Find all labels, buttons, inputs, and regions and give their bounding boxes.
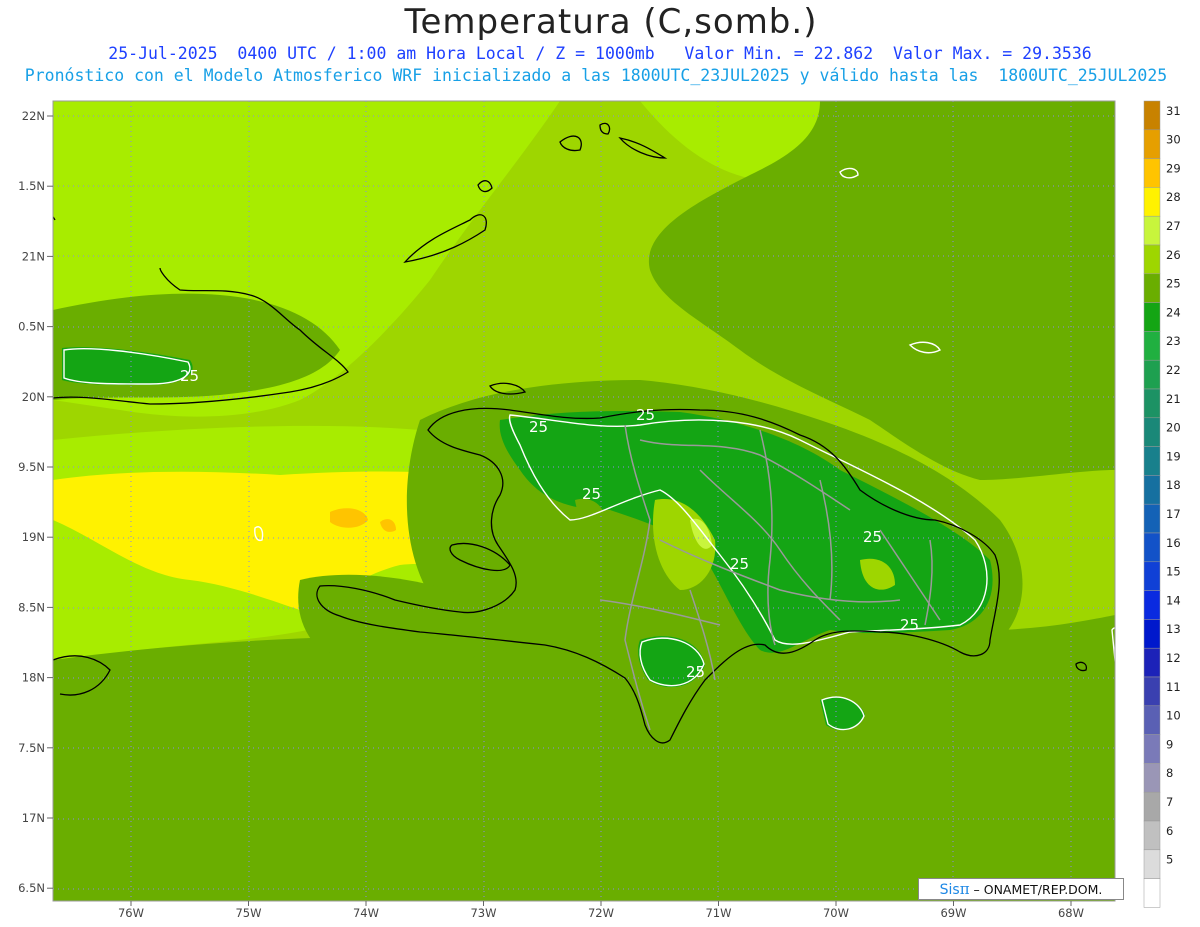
latitude-axis: 22N 1.5N 21N 0.5N 20N 9.5N 19N 8.5N 18N 7.5N 17N 6.… <box>18 109 53 895</box>
colorbar-label: 25 <box>1166 277 1181 291</box>
contour-label: 25 <box>582 485 601 503</box>
colorbar-label: 19 <box>1166 449 1181 463</box>
colorbar-label: 27 <box>1166 219 1181 233</box>
credit-brand: Sis <box>939 882 960 898</box>
lon-tick-label: 72W <box>588 906 614 920</box>
lon-tick-label: 76W <box>118 906 144 920</box>
contour-label: 25 <box>863 528 882 546</box>
colorbar-label: 9 <box>1166 737 1173 751</box>
colorbar-swatch <box>1143 446 1161 476</box>
colorbar-swatch <box>1143 676 1161 707</box>
colorbar-swatch <box>1143 532 1161 563</box>
colorbar-label: 10 <box>1166 709 1181 723</box>
colorbar-swatch <box>1143 590 1161 620</box>
contour-label: 25 <box>636 406 655 424</box>
colorbar: 31 30 29 28 27 26 25 24 23 22 21 20 19 18 17 16 15 14 13 12… <box>1143 100 1181 908</box>
lat-tick-label: 17N <box>22 811 45 825</box>
colorbar-label: 31 <box>1166 104 1181 118</box>
colorbar-label: 16 <box>1166 536 1181 550</box>
colorbar-swatch <box>1143 820 1161 851</box>
lat-tick-label: 20N <box>22 390 45 404</box>
lat-tick-label: 19N <box>22 530 45 544</box>
colorbar-swatch <box>1143 561 1161 591</box>
colorbar-swatch <box>1143 417 1161 447</box>
colorbar-swatch <box>1143 619 1161 649</box>
lat-tick-label: 8.5N <box>18 600 45 614</box>
lat-tick-label: 18N <box>22 671 45 685</box>
colorbar-swatch <box>1143 503 1161 534</box>
lat-tick-label: 21N <box>22 249 45 263</box>
colorbar-label: 26 <box>1166 248 1181 262</box>
colorbar-label: 18 <box>1166 478 1181 492</box>
colorbar-swatch <box>1143 244 1161 275</box>
lon-tick-label: 70W <box>823 906 849 920</box>
colorbar-label: 17 <box>1166 507 1181 521</box>
colorbar-label: 13 <box>1166 622 1181 636</box>
lon-tick-label: 71W <box>705 906 731 920</box>
colorbar-label: 14 <box>1166 593 1181 607</box>
colorbar-label: 11 <box>1166 680 1181 694</box>
colorbar-label: 7 <box>1166 795 1173 809</box>
colorbar-swatch <box>1143 331 1161 361</box>
contour-label: 25 <box>686 663 705 681</box>
lon-tick-label: 69W <box>940 906 966 920</box>
colorbar-swatch <box>1143 849 1161 879</box>
contour-label: 25 <box>900 616 919 634</box>
colorbar-label: 8 <box>1166 766 1173 780</box>
credit-pi: π <box>959 880 970 898</box>
colorbar-label: 22 <box>1166 363 1181 377</box>
colorbar-swatch <box>1143 878 1161 908</box>
lat-tick-label: 1.5N <box>18 179 45 193</box>
credit-text: – ONAMET/REP.DOM. <box>969 882 1103 897</box>
colorbar-label: 15 <box>1166 565 1181 579</box>
colorbar-label: 30 <box>1166 133 1181 147</box>
lat-tick-label: 0.5N <box>18 320 45 334</box>
colorbar-label: 12 <box>1166 651 1181 665</box>
colorbar-label: 24 <box>1166 305 1181 319</box>
temperature-map: 25 25 25 25 25 25 25 25 22N 1.5N 21N 0.5N 20… <box>18 100 1181 920</box>
lat-tick-label: 22N <box>22 109 45 123</box>
contour-label: 25 <box>730 555 749 573</box>
colorbar-swatch <box>1143 359 1161 390</box>
lon-tick-label: 75W <box>235 906 261 920</box>
colorbar-swatch <box>1143 158 1161 188</box>
colorbar-swatch <box>1143 475 1161 505</box>
colorbar-swatch <box>1143 100 1161 131</box>
colorbar-swatch <box>1143 705 1161 735</box>
colorbar-swatch <box>1143 273 1161 303</box>
colorbar-swatch <box>1143 763 1161 793</box>
contour-label: 25 <box>529 418 548 436</box>
credit-box: Sisπ – ONAMET/REP.DOM. <box>918 878 1124 900</box>
colorbar-swatch <box>1143 302 1161 332</box>
colorbar-label: 21 <box>1166 392 1181 406</box>
lat-tick-label: 9.5N <box>18 460 45 474</box>
colorbar-swatch <box>1143 791 1161 822</box>
lon-tick-label: 73W <box>470 906 496 920</box>
colorbar-swatch <box>1143 388 1161 419</box>
colorbar-label: 29 <box>1166 161 1181 175</box>
colorbar-label: 6 <box>1166 824 1173 838</box>
lon-tick-label: 74W <box>353 906 379 920</box>
lon-tick-label: 68W <box>1058 906 1084 920</box>
longitude-axis: 76W 75W 74W 73W 72W 71W 70W 69W 68W <box>118 901 1084 920</box>
colorbar-swatch <box>1143 734 1161 764</box>
colorbar-label: 5 <box>1166 853 1173 867</box>
colorbar-label: 23 <box>1166 334 1181 348</box>
lat-tick-label: 6.5N <box>18 881 45 895</box>
colorbar-swatch <box>1143 215 1161 246</box>
lat-tick-label: 7.5N <box>18 741 45 755</box>
contour-label: 25 <box>180 367 199 385</box>
colorbar-swatch <box>1143 647 1161 678</box>
colorbar-swatch <box>1143 187 1161 217</box>
colorbar-label: 28 <box>1166 190 1181 204</box>
colorbar-label: 20 <box>1166 421 1181 435</box>
colorbar-swatch <box>1143 129 1161 159</box>
